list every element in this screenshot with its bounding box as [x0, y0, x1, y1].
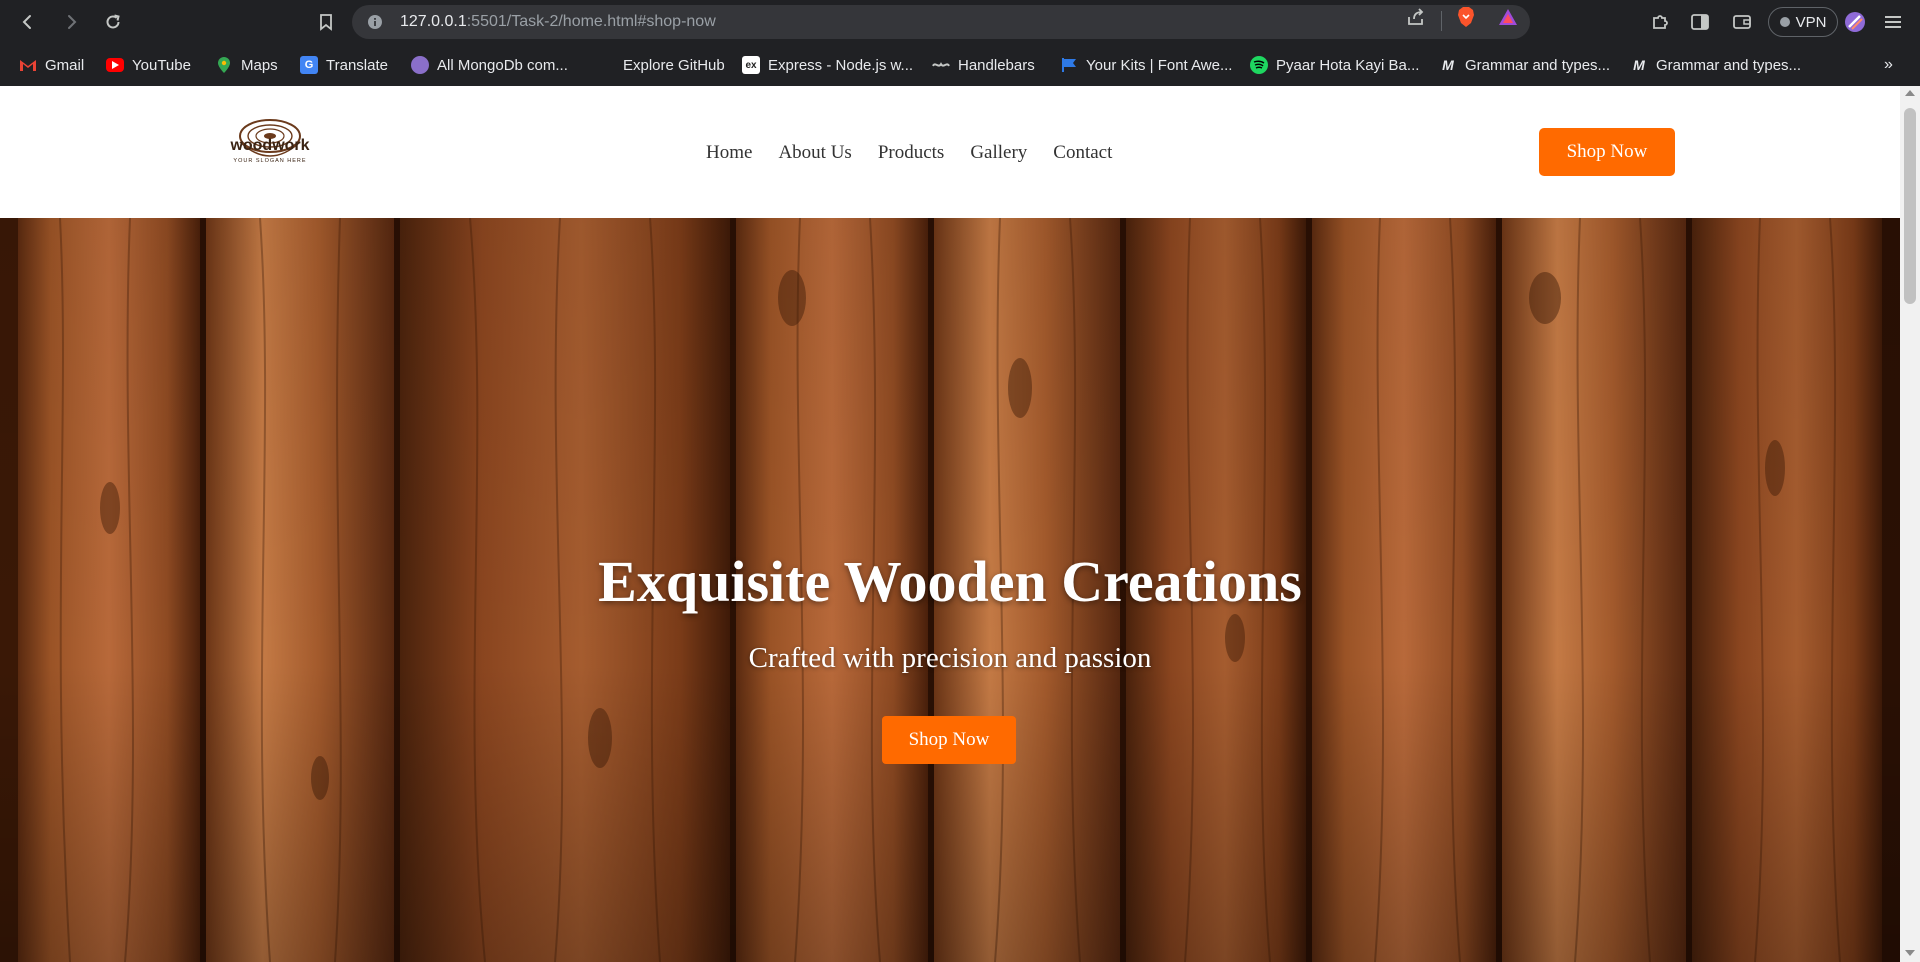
share-icon — [1408, 8, 1424, 25]
page-viewport: woodwork YOUR SLOGAN HERE Home About Us … — [0, 86, 1920, 962]
hero-title: Exquisite Wooden Creations — [598, 549, 1302, 614]
express-icon: ex — [742, 56, 760, 74]
menu-button[interactable] — [1880, 9, 1906, 35]
bookmark-mongodb[interactable]: All MongoDb com... — [411, 54, 568, 76]
wallet-icon — [1733, 15, 1751, 29]
brave-lion-icon — [1458, 7, 1474, 27]
medium-icon: M — [1442, 57, 1454, 73]
bookmark-page-button[interactable] — [312, 8, 340, 36]
bookmark-icon — [320, 14, 332, 31]
nav-contact[interactable]: Contact — [1053, 142, 1112, 164]
url-host: 127.0.0.1 — [400, 13, 467, 30]
back-arrow-icon — [22, 15, 31, 29]
bookmark-youtube[interactable]: YouTube — [106, 54, 191, 76]
forward-arrow-icon — [68, 15, 77, 29]
nav-about-us[interactable]: About Us — [778, 142, 851, 164]
spotify-icon — [1250, 56, 1268, 74]
bookmark-label: Translate — [326, 56, 388, 74]
brave-shields-button[interactable] — [1455, 7, 1477, 27]
youtube-icon — [106, 58, 124, 72]
vpn-label: VPN — [1795, 13, 1827, 31]
url-text: 127.0.0.1:5501/Task-2/home.html#shop-now — [400, 13, 716, 31]
site-info-icon[interactable] — [366, 13, 384, 31]
profile-button[interactable] — [1842, 9, 1868, 35]
vpn-status-icon — [1779, 17, 1790, 27]
share-button[interactable] — [1405, 8, 1427, 26]
logo-slogan: YOUR SLOGAN HERE — [233, 158, 306, 164]
nav-products[interactable]: Products — [878, 142, 945, 164]
bookmark-label: Your Kits | Font Awe... — [1086, 56, 1233, 74]
profile-avatar-icon — [1845, 12, 1865, 32]
bookmark-label: Grammar and types... — [1656, 56, 1802, 74]
translate-icon: G — [300, 56, 318, 74]
bookmark-label: Express - Node.js w... — [768, 56, 914, 74]
medium-icon: M — [1633, 57, 1645, 73]
hero-shop-now-button[interactable]: Shop Now — [882, 716, 1016, 764]
sidebar-icon — [1691, 14, 1709, 30]
address-bar[interactable]: 127.0.0.1:5501/Task-2/home.html#shop-now — [352, 5, 1530, 39]
wallet-button[interactable] — [1729, 9, 1755, 35]
woodwork-logo[interactable]: woodwork YOUR SLOGAN HERE — [224, 112, 316, 182]
reload-icon — [106, 14, 120, 29]
scroll-up-arrow-icon[interactable] — [1905, 90, 1915, 96]
bookmark-spotify[interactable]: Pyaar Hota Kayi Ba... — [1250, 54, 1419, 76]
url-path: :5501/Task-2/home.html#shop-now — [466, 13, 716, 30]
back-button[interactable] — [14, 8, 42, 36]
brave-rewards-button[interactable] — [1497, 8, 1519, 26]
bookmark-gmail[interactable]: Gmail — [19, 54, 84, 76]
bookmark-label: Grammar and types... — [1465, 56, 1611, 74]
omnibox-divider — [1441, 11, 1442, 31]
puzzle-icon — [1653, 15, 1668, 29]
bookmark-handlebars[interactable]: Handlebars — [932, 54, 1035, 76]
forward-button[interactable] — [57, 8, 85, 36]
rewards-triangle-icon — [1499, 9, 1517, 25]
bookmark-label: Pyaar Hota Kayi Ba... — [1276, 56, 1420, 74]
nav-home[interactable]: Home — [706, 142, 752, 164]
bookmark-grammar-2[interactable]: M Grammar and types... — [1630, 54, 1801, 76]
header-shop-now-button[interactable]: Shop Now — [1539, 128, 1675, 176]
handlebars-icon — [932, 56, 950, 74]
bookmarks-bar: Gmail YouTube Maps G Translate All Mongo… — [0, 44, 1920, 86]
bookmark-translate[interactable]: G Translate — [300, 54, 388, 76]
bookmark-label: Explore GitHub — [623, 56, 725, 74]
page-scrollbar[interactable] — [1900, 86, 1920, 962]
bookmark-label: All MongoDb com... — [437, 56, 568, 74]
maps-icon — [215, 56, 233, 74]
hamburger-menu-icon — [1885, 16, 1901, 28]
reload-button[interactable] — [99, 8, 127, 36]
sidebar-toggle-button[interactable] — [1687, 9, 1713, 35]
bookmark-express[interactable]: ex Express - Node.js w... — [742, 54, 913, 76]
vpn-button[interactable]: VPN — [1768, 7, 1838, 37]
bookmark-label: Maps — [241, 56, 278, 74]
scrollbar-thumb[interactable] — [1904, 108, 1916, 304]
main-navigation: Home About Us Products Gallery Contact — [706, 142, 1112, 164]
bookmark-grammar-1[interactable]: M Grammar and types... — [1439, 54, 1610, 76]
nav-gallery[interactable]: Gallery — [970, 142, 1027, 164]
bookmarks-overflow-button[interactable]: » — [1884, 56, 1893, 74]
bookmark-fontawesome[interactable]: Your Kits | Font Awe... — [1060, 54, 1232, 76]
gmail-icon — [19, 56, 37, 74]
bookmark-label: Gmail — [45, 56, 85, 74]
avatar-icon — [411, 56, 429, 74]
bookmark-maps[interactable]: Maps — [215, 54, 278, 76]
logo-wordmark: woodwork — [229, 137, 309, 154]
bookmark-label: YouTube — [132, 56, 191, 74]
hero-content: Exquisite Wooden Creations Crafted with … — [0, 218, 1900, 962]
browser-toolbar: 127.0.0.1:5501/Task-2/home.html#shop-now… — [0, 0, 1920, 44]
site-header: woodwork YOUR SLOGAN HERE Home About Us … — [0, 86, 1900, 218]
fontawesome-icon — [1060, 56, 1078, 74]
bookmark-github[interactable]: Explore GitHub — [623, 54, 725, 76]
wood-rings-logo-icon: woodwork YOUR SLOGAN HERE — [229, 119, 310, 164]
scroll-down-arrow-icon[interactable] — [1905, 950, 1915, 956]
hero-section: Exquisite Wooden Creations Crafted with … — [0, 218, 1900, 962]
bookmark-label: Handlebars — [958, 56, 1035, 74]
extensions-button[interactable] — [1647, 9, 1673, 35]
hero-subtitle: Crafted with precision and passion — [748, 642, 1152, 674]
